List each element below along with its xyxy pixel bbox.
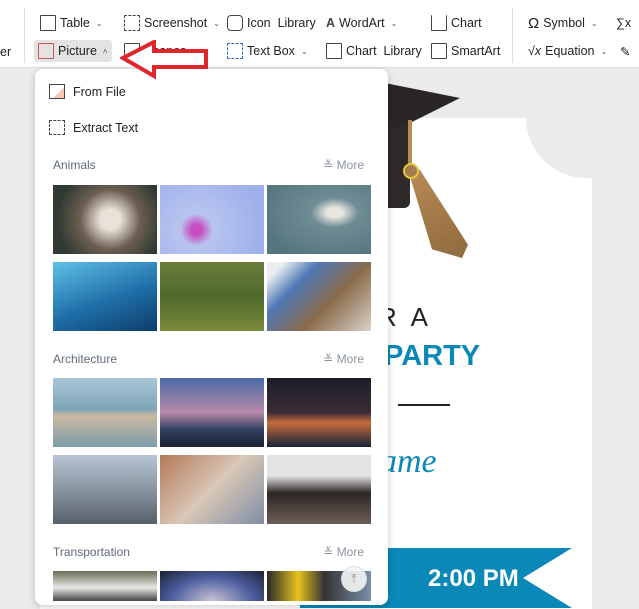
chevron-up-icon: ˄: [102, 46, 108, 56]
double-chevron-down-icon: ≚: [323, 545, 334, 559]
label: More: [336, 545, 364, 559]
thumb-skyline[interactable]: [53, 455, 157, 524]
icon-library-button[interactable]: Icon Library: [223, 12, 320, 34]
chart-library-button[interactable]: Chart Library: [322, 40, 426, 62]
textbox-button[interactable]: Text Box ⌄: [223, 40, 312, 62]
thumb-rooster[interactable]: [160, 262, 264, 331]
divider: [24, 8, 25, 63]
double-chevron-down-icon: ≚: [323, 352, 334, 366]
section-architecture-title: Architecture: [53, 352, 118, 366]
divider: [512, 8, 513, 63]
label: Chart: [451, 16, 482, 30]
extract-text-item[interactable]: Extract Text: [49, 120, 138, 135]
equation-button[interactable]: √x Equation ⌄: [524, 40, 611, 62]
screenshot-button[interactable]: Screenshot ⌄: [120, 12, 224, 34]
chart-button[interactable]: Chart: [427, 12, 486, 34]
double-chevron-down-icon: ≚: [323, 158, 334, 172]
thumb-cat[interactable]: [53, 185, 157, 254]
equation-icon: √x: [528, 44, 542, 58]
table-icon: [40, 15, 56, 31]
chevron-down-icon: ⌄: [95, 18, 103, 28]
scroll-to-top-button[interactable]: ⤒: [341, 566, 367, 592]
animals-more-link[interactable]: ≚ More: [323, 158, 364, 172]
pen-icon[interactable]: ✎: [620, 40, 630, 62]
label: Screenshot: [144, 16, 208, 30]
chevron-down-icon: ⌄: [300, 46, 308, 56]
label: From File: [73, 84, 126, 99]
doc-text-name: ame: [380, 443, 437, 480]
smartart-icon: [431, 43, 447, 59]
doc-divider: [398, 404, 450, 406]
label: WordArt: [339, 16, 385, 30]
wordart-icon: A: [326, 16, 336, 30]
smartart-button[interactable]: SmartArt: [427, 40, 504, 62]
thumb-city-dusk[interactable]: [160, 378, 264, 447]
symbol-button[interactable]: Ω Symbol ⌄: [524, 12, 602, 34]
tassel-knot: [403, 163, 419, 179]
ribbon-cut-label[interactable]: er: [0, 41, 11, 63]
thumb-apartments[interactable]: [160, 455, 264, 524]
chevron-down-icon: ⌄: [590, 18, 598, 28]
section-transportation-title: Transportation: [53, 545, 130, 559]
chevron-down-icon: ⌄: [600, 46, 608, 56]
page-notch: [526, 118, 592, 178]
thumb-tunnel[interactable]: [160, 571, 264, 601]
label: More: [336, 158, 364, 172]
wordart-button[interactable]: A WordArt ⌄: [322, 12, 401, 34]
chevron-down-icon: ⌄: [390, 18, 398, 28]
label: Icon Library: [247, 16, 316, 30]
doc-text-party: PARTY: [384, 340, 481, 372]
label: Picture: [58, 44, 97, 58]
label: Chart Library: [346, 44, 422, 58]
label: Equation: [545, 44, 595, 58]
ribbon-toolbar: er Table ⌄ Screenshot ⌄ Icon Library A Word…: [0, 0, 639, 68]
textbox-icon: [227, 43, 243, 59]
architecture-more-link[interactable]: ≚ More: [323, 352, 364, 366]
table-button[interactable]: Table ⌄: [36, 12, 107, 34]
label: More: [336, 352, 364, 366]
icon-library-icon: [227, 15, 243, 31]
from-file-item[interactable]: From File: [49, 84, 126, 99]
doc-text-time: 2:00 PM: [428, 565, 519, 592]
thumb-pagoda-roofs[interactable]: [267, 455, 371, 524]
picture-dropdown-panel: From File Extract Text Animals ≚ More Ar…: [35, 69, 388, 605]
thumb-goose[interactable]: [267, 185, 371, 254]
picture-button[interactable]: Picture ˄: [34, 40, 112, 62]
thumb-jellyfish[interactable]: [160, 185, 264, 254]
omega-icon: Ω: [528, 14, 540, 32]
screenshot-icon: [124, 15, 140, 31]
thumb-bridge[interactable]: [53, 378, 157, 447]
label: Extract Text: [73, 120, 139, 135]
picture-icon: [38, 43, 54, 59]
transportation-more-link[interactable]: ≚ More: [323, 545, 364, 559]
chart-icon: [431, 15, 447, 31]
label: Text Box: [247, 44, 295, 58]
thumb-cat-sleeping[interactable]: [267, 262, 371, 331]
red-arrow-annotation: [120, 40, 208, 80]
thumb-sports-car[interactable]: [53, 571, 157, 601]
chart-library-icon: [326, 43, 342, 59]
extract-text-icon: [49, 120, 65, 135]
sigma-button[interactable]: ∑x: [616, 12, 631, 34]
label: Table: [60, 16, 90, 30]
thumb-night-harbor[interactable]: [267, 378, 371, 447]
section-animals-title: Animals: [53, 158, 96, 172]
label: Symbol: [543, 16, 585, 30]
label: SmartArt: [451, 44, 501, 58]
thumb-manta-ray[interactable]: [53, 262, 157, 331]
image-file-icon: [49, 84, 65, 99]
chevron-down-icon: ⌄: [213, 18, 220, 28]
